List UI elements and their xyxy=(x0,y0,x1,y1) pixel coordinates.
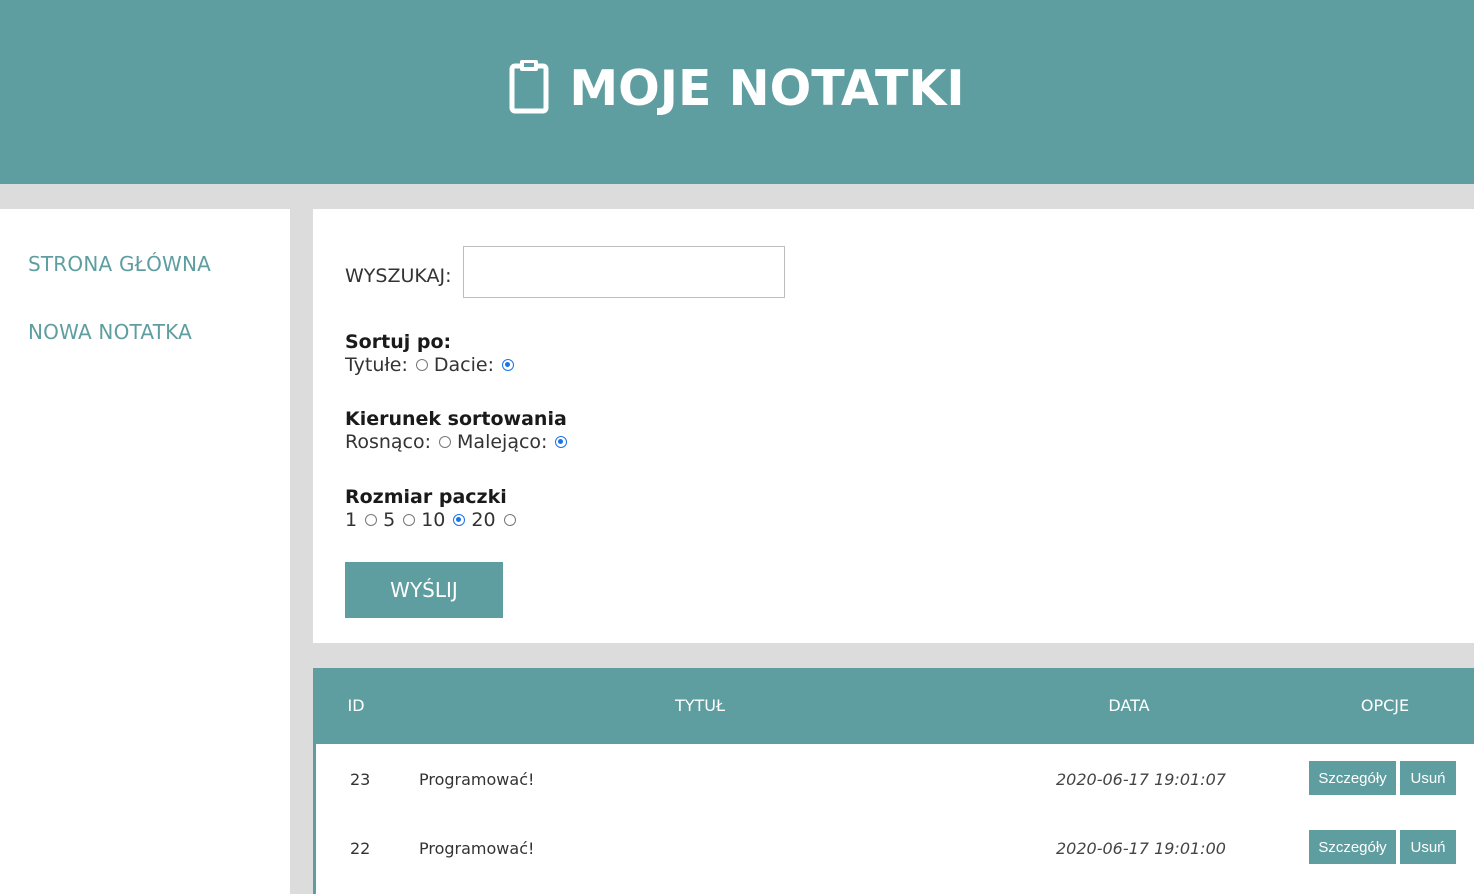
page-size-1-label: 1 xyxy=(345,509,358,531)
page-size-20-radio[interactable] xyxy=(503,514,516,526)
column-header-date: DATA xyxy=(1108,696,1150,715)
row-title: Programować! xyxy=(419,770,535,789)
sort-by-title-label: Tytułe: xyxy=(345,354,408,376)
sort-by-title-radio[interactable] xyxy=(415,359,428,371)
sort-by-date-label: Dacie: xyxy=(433,354,494,376)
sort-direction-options: Rosnąco: Malejąco: xyxy=(345,431,573,453)
filter-form: WYSZUKAJ: Sortuj po: Tytułe: Dacie: Kier… xyxy=(313,209,1474,643)
table-row: 22 Programować! 2020-06-17 19:01:00 Szcz… xyxy=(316,830,1474,890)
sort-desc-label: Malejąco: xyxy=(457,431,548,453)
sidebar-item-home[interactable]: STRONA GŁÓWNA xyxy=(28,252,211,276)
sort-by-date-radio[interactable] xyxy=(501,359,514,371)
clipboard-icon xyxy=(509,58,549,118)
page-size-options: 1 5 10 20 xyxy=(345,509,522,531)
sort-direction-title: Kierunek sortowania xyxy=(345,408,567,430)
sidebar-item-new-note[interactable]: NOWA NOTATKA xyxy=(28,320,192,344)
sort-by-options: Tytułe: Dacie: xyxy=(345,354,520,376)
page-title: MOJE NOTATKI xyxy=(569,59,965,117)
search-input[interactable] xyxy=(463,246,785,298)
row-date: 2020-06-17 19:01:07 xyxy=(1056,770,1226,789)
sort-by-title: Sortuj po: xyxy=(345,331,452,353)
app-header: MOJE NOTATKI xyxy=(0,0,1474,184)
table-row: 23 Programować! 2020-06-17 19:01:07 Szcz… xyxy=(316,761,1474,821)
details-button[interactable]: Szczegóły xyxy=(1309,830,1396,864)
table-body: 23 Programować! 2020-06-17 19:01:07 Szcz… xyxy=(316,744,1474,894)
page-size-5-radio[interactable] xyxy=(403,514,416,526)
row-date: 2020-06-17 19:01:00 xyxy=(1056,839,1226,858)
notes-table: ID TYTUŁ DATA OPCJE 23 Programować! 2020… xyxy=(313,668,1474,894)
details-button[interactable]: Szczegóły xyxy=(1309,761,1396,795)
row-id: 22 xyxy=(350,839,371,858)
title-wrap: MOJE NOTATKI xyxy=(509,58,965,118)
page-size-5-label: 5 xyxy=(383,509,396,531)
sidebar: STRONA GŁÓWNA NOWA NOTATKA xyxy=(0,209,290,894)
page-size-title: Rozmiar paczki xyxy=(345,486,507,508)
page-size-10-label: 10 xyxy=(421,509,446,531)
sort-asc-radio[interactable] xyxy=(439,436,452,448)
row-title: Programować! xyxy=(419,839,535,858)
page-size-1-radio[interactable] xyxy=(365,514,378,526)
delete-button[interactable]: Usuń xyxy=(1400,761,1456,795)
page-size-20-label: 20 xyxy=(471,509,496,531)
sort-desc-radio[interactable] xyxy=(555,436,568,448)
search-label: WYSZUKAJ: xyxy=(345,265,452,287)
page-size-10-radio[interactable] xyxy=(453,514,466,526)
sort-asc-label: Rosnąco: xyxy=(345,431,432,453)
row-id: 23 xyxy=(350,770,371,789)
delete-button[interactable]: Usuń xyxy=(1400,830,1456,864)
column-header-options: OPCJE xyxy=(1360,696,1410,715)
column-header-title: TYTUŁ xyxy=(674,696,726,715)
column-header-id: ID xyxy=(347,696,365,715)
submit-button[interactable]: WYŚLIJ xyxy=(345,562,503,618)
